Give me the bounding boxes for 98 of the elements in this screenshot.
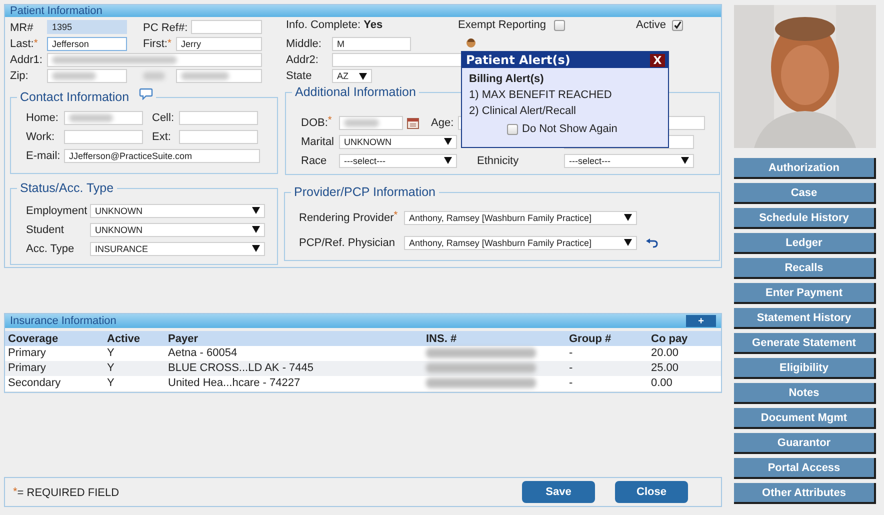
panel-title: Patient Information xyxy=(10,5,102,17)
input-field[interactable]: Jerry xyxy=(176,37,262,51)
close-button[interactable]: Close xyxy=(615,481,688,503)
field-label: Work: xyxy=(26,131,55,143)
field-label: Last: xyxy=(10,38,34,50)
table-cell: 25.00 xyxy=(651,362,679,374)
column-header: Group # xyxy=(569,332,612,344)
dropdown[interactable]: Anthony, Ramsey [Washburn Family Practice] xyxy=(404,236,637,250)
dropdown[interactable]: INSURANCE xyxy=(90,242,265,256)
side-button[interactable]: Generate Statement xyxy=(734,333,876,354)
alert-item: 2) Clinical Alert/Recall xyxy=(469,105,577,119)
field-label: Marital xyxy=(301,136,334,148)
close-button[interactable]: X xyxy=(650,54,665,66)
side-button[interactable]: Enter Payment xyxy=(734,283,876,304)
field-label: Ext: xyxy=(152,131,171,143)
table-cell: United Hea...hcare - 74227 xyxy=(168,377,300,389)
field-label: First: xyxy=(143,38,168,50)
side-button[interactable]: Portal Access xyxy=(734,458,876,479)
side-button[interactable]: Guarantor xyxy=(734,433,876,454)
field-label: PCP/Ref. Physician xyxy=(299,236,395,248)
section-title: Status/Acc. Type xyxy=(20,181,114,195)
section-title: Additional Information xyxy=(295,85,416,99)
table-cell: Secondary xyxy=(8,377,61,389)
required-note: = REQUIRED FIELD xyxy=(17,487,120,499)
side-button[interactable]: Authorization xyxy=(734,158,876,179)
field-label: Ethnicity xyxy=(477,154,519,166)
side-button[interactable]: Statement History xyxy=(734,308,876,329)
column-header: Coverage xyxy=(8,332,58,344)
field-label: Zip: xyxy=(10,70,28,82)
side-button[interactable]: Case xyxy=(734,183,876,204)
info-complete-value: Yes xyxy=(364,19,383,31)
column-header: INS. # xyxy=(426,332,457,344)
alert-item: 1) MAX BENEFIT REACHED xyxy=(469,89,613,103)
input-field[interactable]: Jefferson xyxy=(47,37,127,51)
table-cell: Y xyxy=(107,347,114,359)
field-label: Race xyxy=(301,154,327,166)
side-button[interactable]: Other Attributes xyxy=(734,483,876,504)
required-mark: * xyxy=(328,114,332,126)
table-cell: - xyxy=(569,377,573,389)
field-label: Exempt Reporting xyxy=(458,19,546,31)
input-field[interactable]: M xyxy=(332,37,411,51)
field-label: Middle: xyxy=(286,38,322,50)
field-label: Cell: xyxy=(152,112,174,124)
save-button[interactable]: Save xyxy=(522,481,595,503)
field-label: DOB: xyxy=(301,116,328,128)
input-field[interactable]: JJefferson@PracticeSuite.com xyxy=(64,149,260,163)
input-field[interactable]: 1395 xyxy=(47,20,127,34)
field-label: State xyxy=(286,70,312,82)
side-button[interactable]: Schedule History xyxy=(734,208,876,229)
required-mark: * xyxy=(13,488,18,496)
side-button[interactable]: Document Mgmt xyxy=(734,408,876,429)
table-cell: BLUE CROSS...LD AK - 7445 xyxy=(168,362,314,374)
field-label: Employment xyxy=(26,204,88,216)
side-button[interactable]: Ledger xyxy=(734,233,876,254)
field-label: Student xyxy=(26,224,64,236)
column-header: Active xyxy=(107,332,140,344)
required-mark: * xyxy=(167,40,172,48)
dropdown[interactable]: UNKNOWN xyxy=(90,222,265,236)
add-button[interactable]: + xyxy=(686,315,716,327)
table-cell: Primary xyxy=(8,347,46,359)
field-label: E-mail: xyxy=(26,150,60,162)
dropdown[interactable]: ---select--- xyxy=(339,154,457,168)
column-header: Payer xyxy=(168,332,198,344)
field-label: Age: xyxy=(431,116,454,128)
table-cell: Primary xyxy=(8,362,46,374)
panel-title: Insurance Information xyxy=(10,315,116,327)
field-label: Addr2: xyxy=(286,54,318,66)
table-cell: - xyxy=(569,362,573,374)
field-label: Addr1: xyxy=(10,54,42,66)
table-cell: Y xyxy=(107,362,114,374)
field-label: MR# xyxy=(10,22,34,34)
required-mark: * xyxy=(34,40,38,48)
field-label: Home: xyxy=(26,112,58,124)
column-header: Co pay xyxy=(651,332,688,344)
alert-heading: Billing Alert(s) xyxy=(469,73,545,87)
side-button[interactable]: Notes xyxy=(734,383,876,404)
table-cell: - xyxy=(569,347,573,359)
field-label: Rendering Provider xyxy=(299,212,394,224)
dropdown[interactable]: AZ xyxy=(332,69,372,83)
dropdown[interactable]: UNKNOWN xyxy=(339,134,457,148)
dropdown[interactable]: UNKNOWN xyxy=(90,204,265,218)
side-button[interactable]: Eligibility xyxy=(734,358,876,379)
dropdown[interactable]: ---select--- xyxy=(564,154,694,168)
field-label: Active xyxy=(636,19,666,31)
checkbox-label: Do Not Show Again xyxy=(522,123,618,135)
table-cell: Y xyxy=(107,377,114,389)
table-cell: 0.00 xyxy=(651,377,672,389)
required-mark: * xyxy=(394,210,398,220)
field-label: PC Ref#: xyxy=(143,22,188,34)
section-title: Contact Information xyxy=(20,90,130,104)
field-label: Acc. Type xyxy=(26,242,74,254)
side-button[interactable]: Recalls xyxy=(734,258,876,279)
table-cell: 20.00 xyxy=(651,347,679,359)
section-title: Provider/PCP Information xyxy=(294,185,436,199)
table-cell: Aetna - 60054 xyxy=(168,347,238,359)
dropdown[interactable]: Anthony, Ramsey [Washburn Family Practice] xyxy=(404,210,637,224)
popup-title: Patient Alert(s) xyxy=(466,53,570,67)
info-complete-label: Info. Complete: xyxy=(286,19,361,31)
